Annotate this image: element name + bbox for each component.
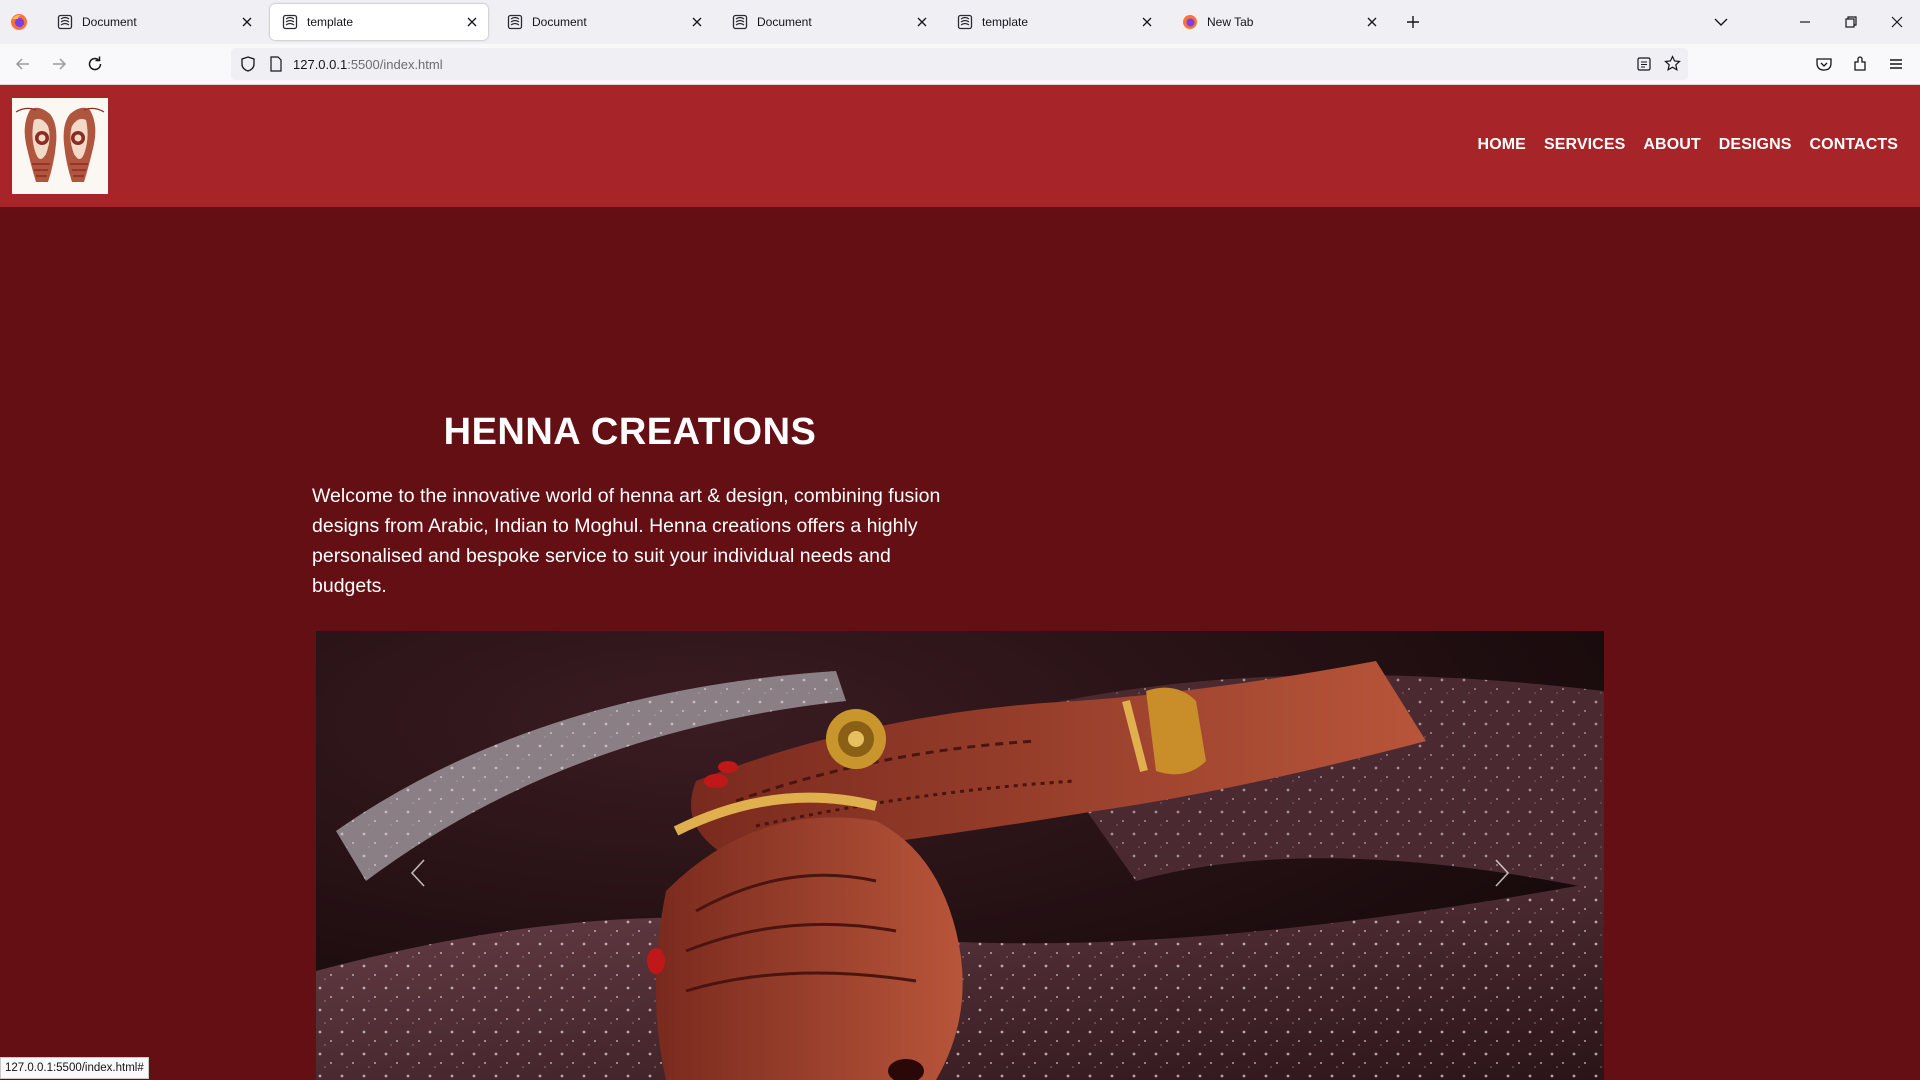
reload-icon[interactable] (86, 55, 104, 73)
henna-hands-icon (12, 98, 108, 194)
tab-1[interactable]: Document (45, 4, 263, 40)
menu-icon[interactable] (1887, 55, 1905, 73)
hero-description: Welcome to the innovative world of henna… (312, 485, 941, 597)
minimize-button[interactable] (1782, 0, 1828, 44)
carousel-prev-button[interactable] (398, 853, 438, 893)
server-icon (282, 14, 298, 30)
close-window-button[interactable] (1874, 0, 1920, 44)
close-icon[interactable] (914, 14, 930, 30)
minimize-icon (1800, 21, 1810, 23)
close-icon[interactable] (464, 14, 480, 30)
tab-strip: Document template Document Document template… (0, 0, 1920, 44)
url-path: :5500/index.html (347, 57, 443, 72)
nav-designs[interactable]: DESIGNS (1719, 136, 1792, 154)
server-icon (57, 14, 73, 30)
url-host: 127.0.0.1 (293, 57, 348, 72)
close-icon[interactable] (1364, 14, 1380, 30)
firefox-icon (1183, 15, 1197, 29)
nav-about[interactable]: ABOUT (1643, 136, 1700, 154)
tab-5[interactable]: template (945, 4, 1163, 40)
extensions-icon[interactable] (1851, 55, 1869, 73)
main-menu: HOME SERVICES ABOUT DESIGNS CONTACTS (1478, 136, 1898, 154)
tab-4[interactable]: Document (720, 4, 938, 40)
image-carousel[interactable] (316, 631, 1604, 1080)
reader-view-icon[interactable] (1636, 56, 1652, 72)
henna-hands-logo[interactable] (12, 98, 108, 194)
close-icon[interactable] (239, 14, 255, 30)
web-page: HOME SERVICES ABOUT DESIGNS CONTACTS HEN… (0, 85, 1920, 1080)
shield-icon[interactable] (240, 56, 256, 72)
pocket-icon[interactable] (1815, 55, 1833, 73)
tab-label: Document (82, 15, 137, 29)
site-header: HOME SERVICES ABOUT DESIGNS CONTACTS (0, 85, 1920, 207)
server-icon (732, 14, 748, 30)
nav-services[interactable]: SERVICES (1544, 136, 1625, 154)
close-icon[interactable] (1139, 14, 1155, 30)
carousel-next-button[interactable] (1482, 853, 1522, 893)
url-text[interactable]: 127.0.0.1:5500/index.html (293, 57, 443, 72)
firefox-icon[interactable] (10, 13, 28, 31)
tab-label: Document (532, 15, 587, 29)
nav-contacts[interactable]: CONTACTS (1810, 136, 1899, 154)
restore-icon (1845, 16, 1857, 28)
tab-label: New Tab (1207, 15, 1254, 29)
star-icon[interactable] (1664, 55, 1681, 72)
tab-label: template (307, 15, 354, 29)
forward-arrow-icon[interactable] (50, 55, 68, 73)
address-bar[interactable]: 127.0.0.1:5500/index.html (231, 48, 1688, 80)
henna-hands-photo (316, 631, 1604, 1080)
tab-3[interactable]: Document (495, 4, 713, 40)
page-icon[interactable] (268, 56, 284, 72)
chevron-right-icon (1495, 859, 1510, 887)
new-tab-icon[interactable] (1404, 13, 1422, 31)
close-icon[interactable] (689, 14, 705, 30)
tab-label: Document (757, 15, 812, 29)
back-arrow-icon[interactable] (14, 55, 32, 73)
hero-title: HENNA CREATIONS (443, 411, 817, 453)
tab-label: template (982, 15, 1029, 29)
tab-2[interactable]: template (270, 4, 488, 40)
restore-button[interactable] (1828, 0, 1874, 44)
status-link-preview: 127.0.0.1:5500/index.html# (0, 1057, 149, 1079)
navigation-toolbar: 127.0.0.1:5500/index.html (0, 44, 1920, 85)
nav-home[interactable]: HOME (1478, 136, 1526, 154)
close-icon (1891, 16, 1903, 28)
tab-6[interactable]: New Tab (1170, 4, 1388, 40)
chevron-left-icon (410, 859, 425, 887)
server-icon (507, 14, 523, 30)
chevron-down-icon[interactable] (1712, 13, 1730, 31)
server-icon (957, 14, 973, 30)
